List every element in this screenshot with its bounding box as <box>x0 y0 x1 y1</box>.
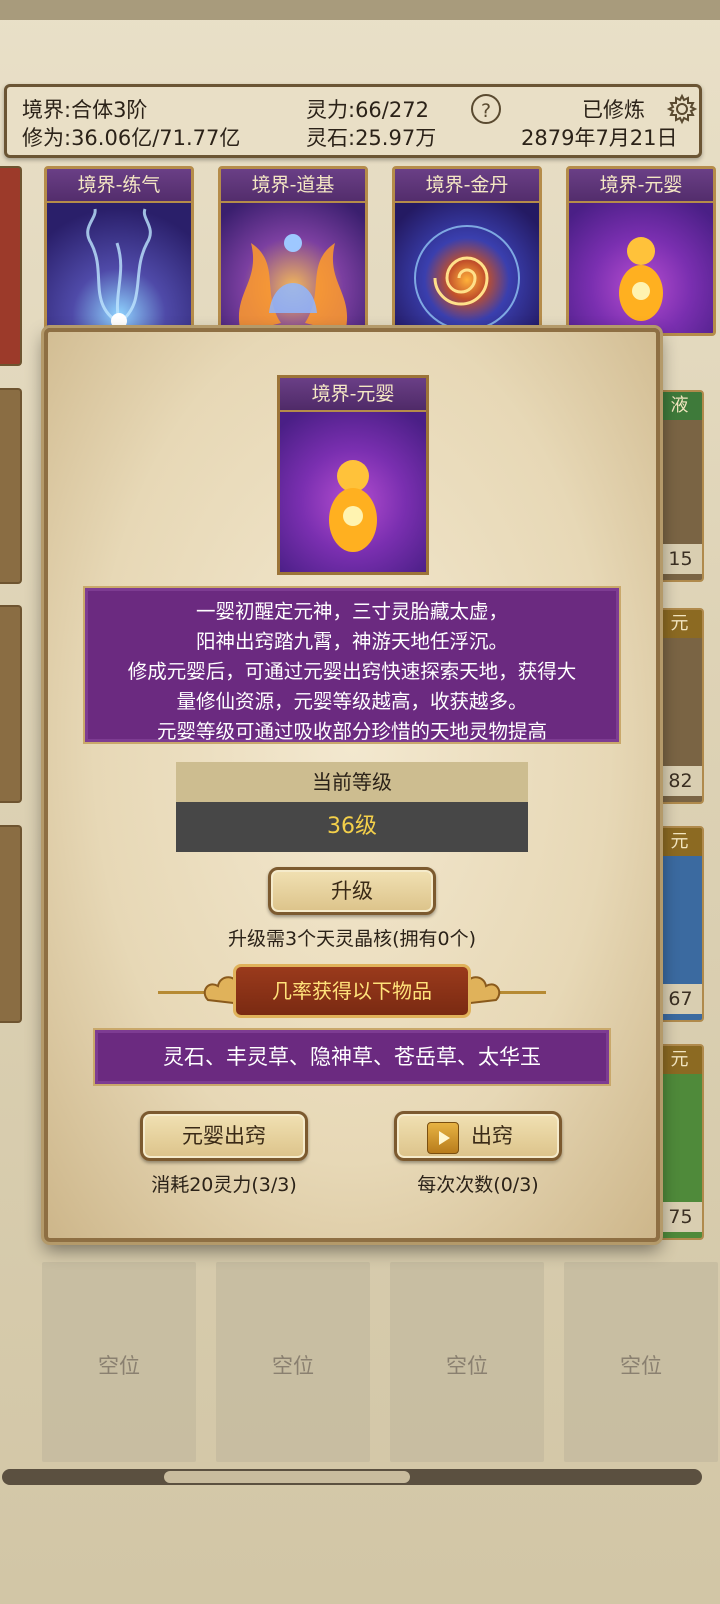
slot-label: 空位 <box>620 1354 662 1378</box>
side-item-count: 82 <box>657 766 702 796</box>
realm-card-daoji[interactable]: 境界-道基 <box>218 166 368 336</box>
side-item-left[interactable] <box>0 605 22 803</box>
card-label: 境界-元婴 <box>569 169 713 203</box>
golden-vortex-art <box>395 203 539 333</box>
upgrade-label: 升级 <box>331 879 373 903</box>
description-line: 元婴等级可通过吸收部分珍惜的天地灵物提高 <box>156 720 547 743</box>
realm-text: 境界:合体3阶 <box>22 98 148 122</box>
scrollbar-thumb[interactable] <box>164 1471 410 1483</box>
spirit-power-text: 灵力:66/272 <box>306 98 429 122</box>
side-item-right[interactable]: 元 75 <box>655 1044 704 1240</box>
spirit-cost-note: 消耗20灵力(3/3) <box>151 1174 297 1196</box>
golden-infant-art <box>280 412 426 572</box>
empty-slot[interactable]: 空位 <box>390 1262 544 1462</box>
side-item-right[interactable]: 元 82 <box>655 608 704 804</box>
ad-out-button[interactable]: 出窍 <box>394 1111 562 1161</box>
side-item-count: 75 <box>657 1202 702 1232</box>
slot-label: 空位 <box>98 1354 140 1378</box>
side-item-label: 元 <box>657 1046 702 1074</box>
upgrade-button[interactable]: 升级 <box>268 867 436 915</box>
drops-banner: 几率获得以下物品 <box>233 964 471 1018</box>
cultivation-text: 修为:36.06亿/71.77亿 <box>22 126 241 150</box>
side-item-count: 67 <box>657 984 702 1014</box>
side-item-right[interactable]: 液 15 <box>655 390 704 582</box>
empty-slot[interactable]: 空位 <box>42 1262 196 1462</box>
empty-slot[interactable]: 空位 <box>216 1262 370 1462</box>
realm-card-jindan[interactable]: 境界-金丹 <box>392 166 542 336</box>
side-item-label: 元 <box>657 610 702 638</box>
gear-icon <box>666 93 698 125</box>
preview-card-label: 境界-元婴 <box>280 378 426 412</box>
slot-label: 空位 <box>272 1354 314 1378</box>
daily-count-note: 每次次数(0/3) <box>417 1174 539 1196</box>
side-item-count: 15 <box>657 544 702 574</box>
description-line: 一婴初醒定元神，三寸灵胎藏太虚， <box>195 600 508 623</box>
card-label: 境界-道基 <box>221 169 365 203</box>
description-line: 量修仙资源，元婴等级越高，收获越多。 <box>176 690 528 713</box>
golden-infant-art <box>569 203 713 333</box>
side-item-label: 元 <box>657 828 702 856</box>
upgrade-requirement: 升级需3个天灵晶核(拥有0个) <box>227 928 476 950</box>
smoke-spirit-art <box>47 203 191 333</box>
top-strip <box>0 0 720 20</box>
yuanying-out-button[interactable]: 元婴出窍 <box>140 1111 308 1161</box>
card-label: 境界-金丹 <box>395 169 539 203</box>
level-value: 36级 <box>176 802 528 852</box>
status-text: 已修炼 <box>582 98 645 122</box>
video-play-icon <box>427 1122 459 1154</box>
side-item-left[interactable] <box>0 166 22 366</box>
meditating-flame-art <box>221 203 365 333</box>
empty-slot[interactable]: 空位 <box>564 1262 718 1462</box>
side-item-left[interactable] <box>0 825 22 1023</box>
description-line: 修成元婴后，可通过元婴出窍快速探索天地，获得大 <box>127 660 577 683</box>
card-label: 境界-练气 <box>47 169 191 203</box>
side-item-label: 液 <box>657 392 702 420</box>
side-item-right[interactable]: 元 67 <box>655 826 704 1022</box>
drop-items-list: 灵石、丰灵草、隐神草、苍岳草、太华玉 <box>93 1028 611 1086</box>
realm-card-lianqi[interactable]: 境界-练气 <box>44 166 194 336</box>
slot-label: 空位 <box>446 1354 488 1378</box>
help-button[interactable]: ? <box>471 94 501 124</box>
action-label: 元婴出窍 <box>182 1124 266 1148</box>
realm-card-preview: 境界-元婴 <box>277 375 429 575</box>
realm-description: 一婴初醒定元神，三寸灵胎藏太虚， 阳神出窍踏九霄，神游天地任浮沉。 修成元婴后，… <box>83 586 621 744</box>
date-text: 2879年7月21日 <box>521 126 678 150</box>
description-line: 阳神出窍踏九霄，神游天地任浮沉。 <box>195 630 508 653</box>
realm-card-yuanying[interactable]: 境界-元婴 <box>566 166 716 336</box>
side-item-left[interactable] <box>0 388 22 584</box>
level-header: 当前等级 <box>176 762 528 802</box>
spirit-stones-text: 灵石:25.97万 <box>306 126 437 150</box>
